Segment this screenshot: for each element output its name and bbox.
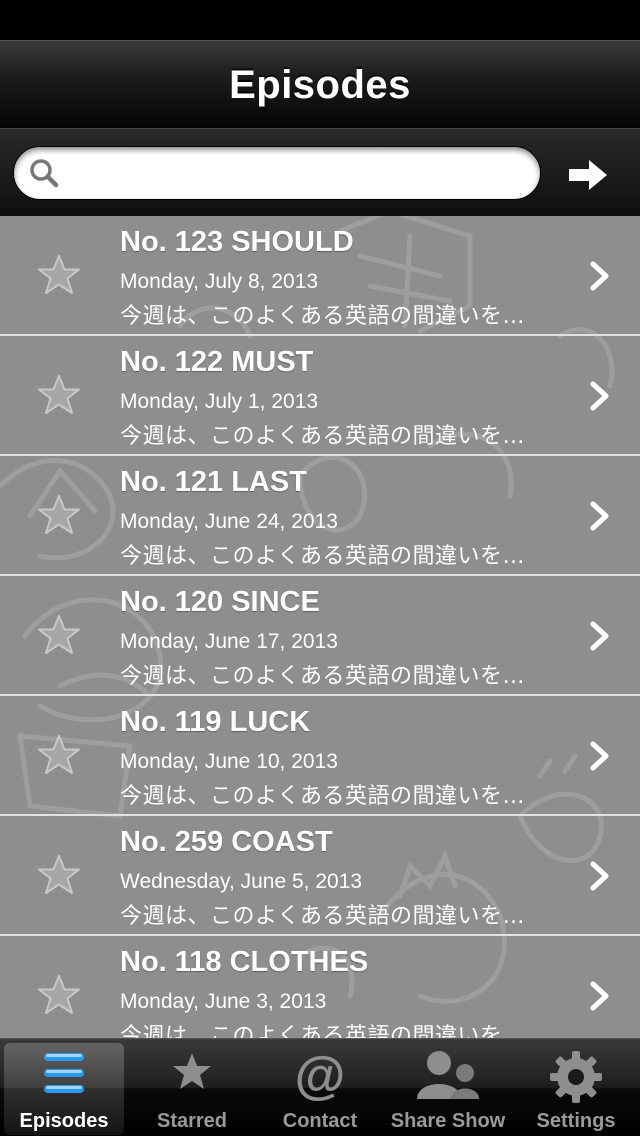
chevron-right-icon <box>590 861 609 891</box>
episode-date: Monday, June 17, 2013 <box>120 630 338 653</box>
arrow-right-icon[interactable] <box>565 155 611 195</box>
episode-description: 今週は、このよくある英語の間違いを… <box>120 904 526 929</box>
search-input[interactable] <box>74 155 528 193</box>
episode-date: Monday, June 3, 2013 <box>120 990 327 1013</box>
tab-share-show[interactable]: Share Show <box>386 1043 510 1135</box>
chevron-right-icon <box>590 981 609 1011</box>
svg-text:@: @ <box>295 1049 346 1101</box>
search-bar <box>0 128 640 216</box>
episode-row[interactable]: No. 122 MUST Monday, July 1, 2013 今週は、このよく… <box>0 336 640 456</box>
tab-episodes[interactable]: Episodes <box>4 1043 124 1135</box>
chevron-right-icon <box>590 621 609 651</box>
star-icon[interactable] <box>37 494 81 536</box>
episode-date: Monday, June 10, 2013 <box>120 750 338 773</box>
episode-title: No. 120 SINCE <box>120 586 320 618</box>
star-icon[interactable] <box>37 374 81 416</box>
tab-settings[interactable]: Settings <box>514 1043 638 1135</box>
tab-label: Settings <box>536 1110 616 1132</box>
star-icon[interactable] <box>37 854 81 896</box>
tab-label: Starred <box>156 1110 228 1132</box>
episode-title: No. 118 CLOTHES <box>120 946 369 978</box>
tab-starred[interactable]: Starred <box>130 1043 254 1135</box>
star-icon <box>173 1053 211 1089</box>
episode-list[interactable]: No. 123 SHOULD Monday, July 8, 2013 今週は、この… <box>0 216 640 1038</box>
episode-description: 今週は、このよくある英語の間違いを… <box>120 664 526 689</box>
star-icon[interactable] <box>37 974 81 1016</box>
episode-title: No. 119 LUCK <box>120 706 311 738</box>
episode-description: 今週は、このよくある英語の間違いを… <box>120 424 526 449</box>
episode-row[interactable]: No. 118 CLOTHES Monday, June 3, 2013 今週は、こ… <box>0 936 640 1038</box>
episode-date: Monday, June 24, 2013 <box>120 510 338 533</box>
status-bar <box>0 0 640 40</box>
tab-bar: Episodes Starred @ Contact Share Show Se… <box>0 1038 640 1136</box>
episode-description: 今週は、このよくある英語の間違いを… <box>120 784 526 809</box>
episode-row[interactable]: No. 259 COAST Wednesday, June 5, 2013 今週は、… <box>0 816 640 936</box>
list-icon <box>44 1053 84 1093</box>
episode-row[interactable]: No. 123 SHOULD Monday, July 8, 2013 今週は、この… <box>0 216 640 336</box>
episode-row[interactable]: No. 121 LAST Monday, June 24, 2013 今週は、このよ… <box>0 456 640 576</box>
episode-row[interactable]: No. 120 SINCE Monday, June 17, 2013 今週は、この… <box>0 576 640 696</box>
episode-date: Wednesday, June 5, 2013 <box>120 870 363 893</box>
search-icon <box>30 159 59 188</box>
at-sign-icon: @ <box>295 1049 346 1101</box>
chevron-right-icon <box>590 381 609 411</box>
episode-description: 今週は、このよくある英語の間違いを… <box>120 1024 526 1038</box>
episode-title: No. 259 COAST <box>120 826 333 858</box>
star-icon[interactable] <box>37 614 81 656</box>
tab-label: Share Show <box>390 1110 506 1132</box>
tab-contact[interactable]: @ Contact <box>258 1043 382 1135</box>
tab-label: Contact <box>282 1110 358 1132</box>
tab-label: Episodes <box>19 1110 109 1132</box>
page-title: Episodes <box>229 63 411 107</box>
chevron-right-icon <box>590 261 609 291</box>
episode-date: Monday, July 1, 2013 <box>120 390 319 413</box>
gear-icon <box>550 1051 602 1103</box>
star-icon[interactable] <box>37 734 81 776</box>
episode-title: No. 121 LAST <box>120 466 307 498</box>
navigation-bar: Episodes <box>0 40 640 128</box>
episode-row[interactable]: No. 119 LUCK Monday, June 10, 2013 今週は、このよ… <box>0 696 640 816</box>
episode-description: 今週は、このよくある英語の間違いを… <box>120 544 526 569</box>
episode-description: 今週は、このよくある英語の間違いを… <box>120 304 526 329</box>
chevron-right-icon <box>590 501 609 531</box>
star-icon[interactable] <box>37 254 81 296</box>
episode-title: No. 122 MUST <box>120 346 314 378</box>
search-field[interactable] <box>13 146 541 200</box>
people-icon <box>417 1051 479 1099</box>
chevron-right-icon <box>590 741 609 771</box>
episode-date: Monday, July 8, 2013 <box>120 270 319 293</box>
episode-title: No. 123 SHOULD <box>120 226 354 258</box>
